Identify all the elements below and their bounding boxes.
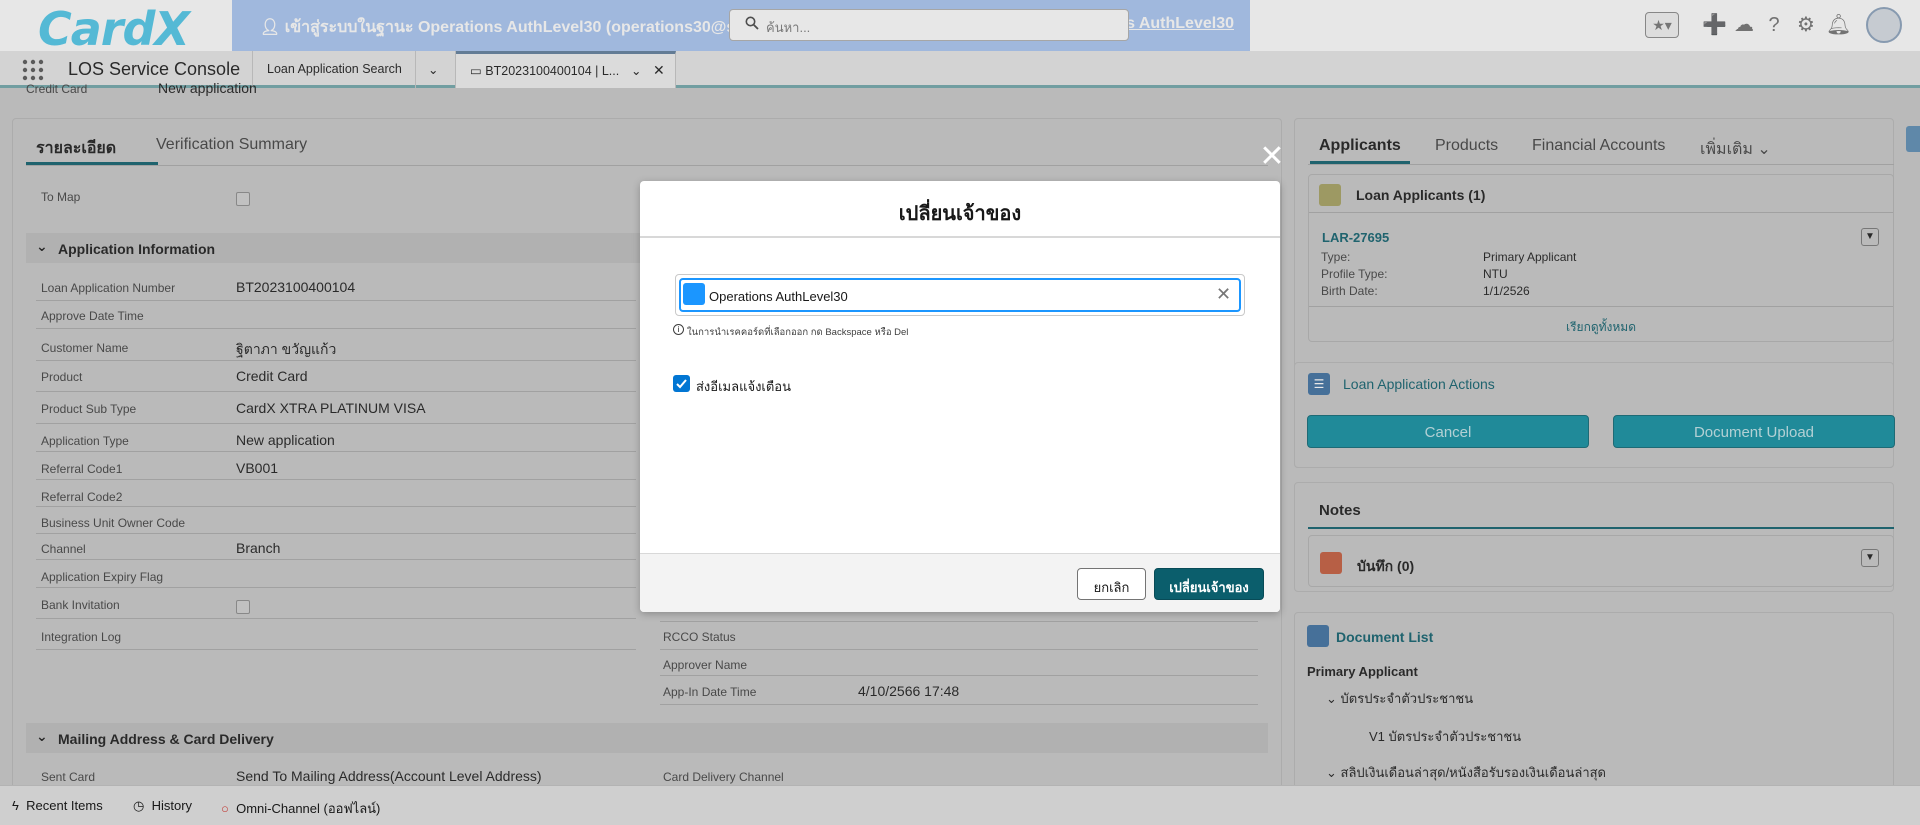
change-owner-modal: เปลี่ยนเจ้าของ Operations AuthLevel30 ✕ … [640, 181, 1280, 612]
send-email-checkbox[interactable] [673, 375, 690, 392]
owner-name: Operations AuthLevel30 [709, 289, 848, 304]
utility-label: History [151, 798, 193, 813]
utility-label: Recent Items [26, 798, 103, 813]
info-icon: i [673, 324, 684, 335]
utility-omni-channel[interactable]: ○ Omni-Channel (ออฟไลน์) [221, 798, 380, 819]
utility-label: Omni-Channel (ออฟไลน์) [236, 801, 381, 816]
send-email-label: ส่งอีเมลแจ้งเตือน [696, 379, 791, 394]
change-owner-button[interactable]: เปลี่ยนเจ้าของ [1154, 568, 1264, 600]
bolt-icon: ϟ [12, 798, 27, 813]
clock-icon: ◷ [133, 798, 152, 813]
user-icon [683, 283, 705, 305]
modal-title: เปลี่ยนเจ้าของ [640, 181, 1280, 238]
utility-recent-items[interactable]: ϟ Recent Items [12, 798, 103, 813]
remove-owner-icon[interactable]: ✕ [1216, 284, 1231, 305]
checkmark-icon [676, 379, 687, 389]
cancel-button[interactable]: ยกเลิก [1077, 568, 1146, 600]
utility-history[interactable]: ◷ History [133, 798, 192, 814]
remove-hint-text: ในการนำเรคคอร์ดที่เลือกออก กด Backspace … [687, 327, 909, 338]
offline-status-icon: ○ [221, 801, 237, 816]
close-icon[interactable]: ✕ [1258, 142, 1286, 172]
